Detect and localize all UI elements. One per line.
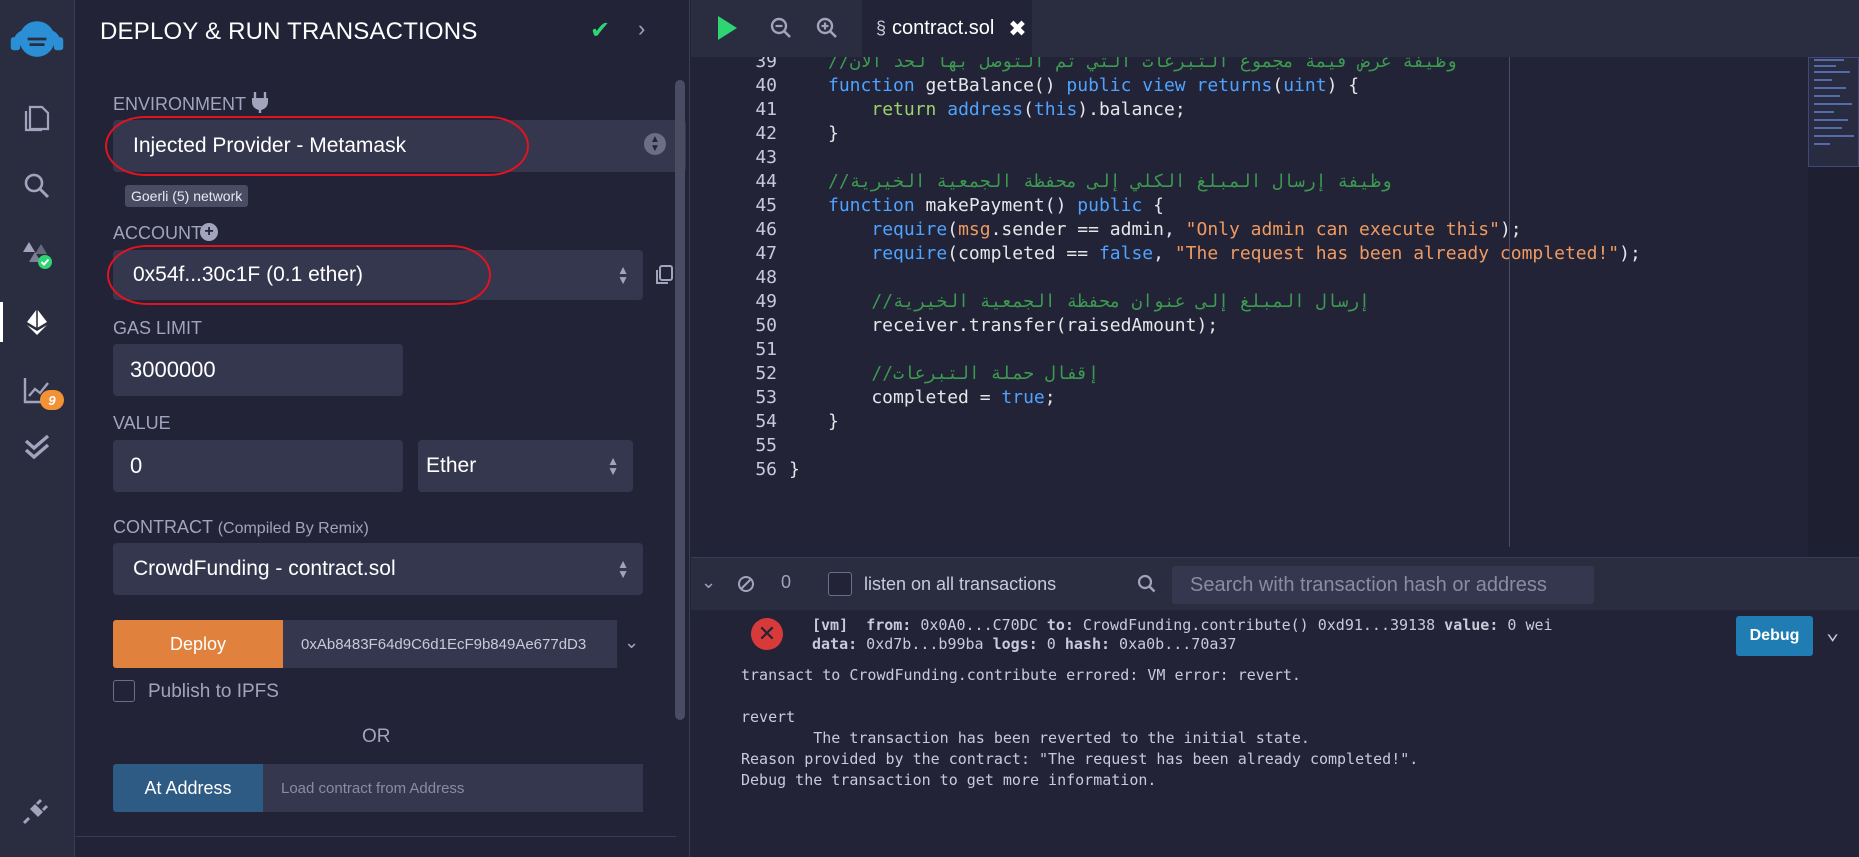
highlight-circle: [107, 245, 491, 305]
listen-all-label: listen on all transactions: [864, 574, 1057, 594]
contract-value: CrowdFunding - contract.sol: [133, 557, 396, 580]
at-address-input[interactable]: Load contract from Address: [263, 764, 643, 812]
line-number: 56: [755, 459, 777, 480]
value-unit-select[interactable]: Ether ▲ ▼: [418, 440, 633, 492]
deploy-run-icon[interactable]: [17, 302, 57, 342]
expand-tx-icon[interactable]: ⌄: [1826, 620, 1839, 645]
run-script-icon[interactable]: [715, 14, 739, 47]
terminal-message: The transaction has been reverted to the…: [741, 729, 1310, 747]
close-tab-icon[interactable]: ✖: [1008, 16, 1026, 42]
deploy-run-panel: DEPLOY & RUN TRANSACTIONS ✔ › ENVIRONMEN…: [76, 0, 716, 857]
remix-logo-icon[interactable]: [5, 14, 69, 64]
panel-divider: [76, 836, 676, 857]
minimap[interactable]: [1808, 57, 1859, 557]
search-icon: [1137, 574, 1157, 599]
active-plugin-marker: [0, 302, 3, 342]
terminal-toolbar: ⌄ 0 listen on all transactions Search wi…: [691, 558, 1859, 610]
select-arrows-icon: ▲ ▼: [617, 263, 629, 287]
zoom-out-icon[interactable]: [769, 16, 793, 45]
copy-icon[interactable]: [654, 264, 676, 286]
code-text: }: [789, 459, 800, 480]
contract-label: CONTRACT (Compiled By Remix): [113, 517, 369, 538]
highlight-circle: [105, 116, 529, 176]
publish-ipfs-label: Publish to IPFS: [148, 681, 279, 702]
plugin-manager-icon[interactable]: [17, 790, 57, 830]
contract-label-text: CONTRACT: [113, 517, 213, 537]
solidity-file-icon: §: [876, 18, 887, 38]
deploy-button[interactable]: Deploy: [113, 620, 283, 668]
chevron-right-icon[interactable]: ›: [638, 16, 645, 42]
contract-sublabel: (Compiled By Remix): [217, 520, 369, 537]
icon-panel: 9: [0, 0, 75, 857]
contract-select[interactable]: CrowdFunding - contract.sol ▲ ▼: [113, 543, 643, 595]
debug-button[interactable]: Debug: [1736, 616, 1813, 656]
listen-all-checkbox[interactable]: [828, 572, 852, 596]
value-unit: Ether: [426, 454, 477, 477]
select-arrows-icon: ▲ ▼: [617, 557, 629, 581]
at-address-button[interactable]: At Address: [113, 764, 263, 812]
double-check-icon[interactable]: [17, 428, 57, 468]
or-divider: OR: [362, 726, 391, 747]
code-area[interactable]: 39//وظيفة عرض قيمة مجموع التبرعات التي ت…: [691, 57, 1811, 557]
gas-limit-label: GAS LIMIT: [113, 318, 203, 338]
terminal-message: revert: [741, 708, 796, 726]
account-label: ACCOUNT: [113, 223, 202, 243]
code-line[interactable]: 56}: [691, 456, 1811, 484]
solidity-compiler-icon[interactable]: [17, 234, 57, 274]
value-label: VALUE: [113, 413, 171, 433]
select-arrows-icon: ▲ ▼: [644, 133, 666, 155]
tx-summary-line[interactable]: [vm] from: 0x0A0...C70DC to: CrowdFundin…: [812, 616, 1553, 634]
chevron-down-icon[interactable]: ⌄: [624, 632, 639, 653]
terminal-message: Reason provided by the contract: "The re…: [741, 750, 1419, 768]
clear-console-icon[interactable]: [737, 575, 755, 598]
terminal-log: ✕ [vm] from: 0x0A0...C70DC to: CrowdFund…: [691, 610, 1859, 857]
terminal-message: transact to CrowdFunding.contribute erro…: [741, 666, 1301, 684]
gas-limit-input[interactable]: 3000000: [113, 344, 403, 396]
network-badge: Goerli (5) network: [125, 185, 249, 207]
publish-ipfs-checkbox[interactable]: [113, 680, 135, 702]
deploy-args-input[interactable]: 0xAb8483F64d9C6d1EcF9b849Ae677dD3: [283, 620, 617, 668]
check-icon: ✔: [590, 17, 611, 44]
plug-icon[interactable]: [248, 90, 272, 114]
editor-tab-bar: § contract.sol ✖: [691, 0, 1859, 57]
terminal-message: Debug the transaction to get more inform…: [741, 771, 1157, 789]
plugin-count-badge: 9: [40, 390, 64, 410]
tx-details-line[interactable]: data: 0xd7b...b99ba logs: 0 hash: 0xa0b.…: [812, 635, 1236, 653]
panel-title: DEPLOY & RUN TRANSACTIONS: [100, 18, 478, 45]
terminal: ⌄ 0 listen on all transactions Search wi…: [691, 557, 1859, 857]
tx-search-input[interactable]: Search with transaction hash or address: [1172, 566, 1594, 604]
pending-tx-count: 0: [781, 572, 792, 592]
collapse-terminal-icon[interactable]: ⌄: [701, 572, 716, 593]
environment-label: ENVIRONMENT: [113, 94, 247, 114]
error-icon: ✕: [751, 618, 783, 650]
select-arrows-icon: ▲ ▼: [607, 454, 619, 478]
add-account-icon[interactable]: +: [200, 223, 218, 241]
search-icon[interactable]: [17, 166, 57, 206]
editor: § contract.sol ✖ 39//وظيفة عرض قيمة مجمو…: [691, 0, 1859, 557]
file-explorer-icon[interactable]: [17, 98, 57, 138]
panel-scrollbar[interactable]: [675, 80, 685, 720]
value-input[interactable]: 0: [113, 440, 403, 492]
tab-label: contract.sol: [892, 17, 995, 39]
tab-contract-sol[interactable]: § contract.sol ✖: [862, 0, 1032, 57]
zoom-in-icon[interactable]: [815, 16, 839, 45]
